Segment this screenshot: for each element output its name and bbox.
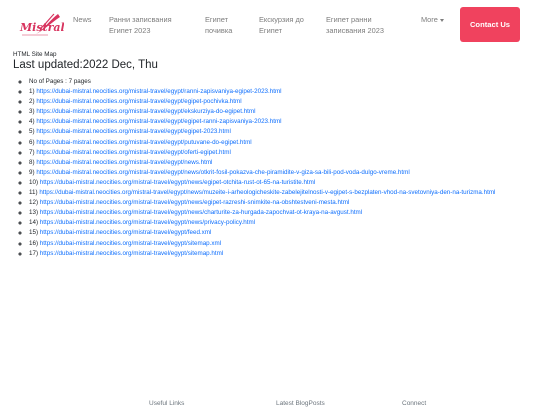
sitemap-link[interactable]: https://dubai-mistral.neocities.org/mist…	[40, 229, 212, 236]
sitemap-link[interactable]: https://dubai-mistral.neocities.org/mist…	[36, 139, 251, 146]
sitemap-list-item: 1) https://dubai-mistral.neocities.org/m…	[29, 87, 540, 97]
sitemap-list-item: 17) https://dubai-mistral.neocities.org/…	[29, 249, 540, 259]
sitemap-item-number: 7)	[29, 148, 35, 156]
sitemap-link[interactable]: https://dubai-mistral.neocities.org/mist…	[40, 250, 223, 257]
sitemap-link[interactable]: https://dubai-mistral.neocities.org/mist…	[36, 118, 281, 125]
svg-text:Mistral: Mistral	[19, 21, 64, 34]
sitemap-item-number: 17)	[29, 249, 39, 257]
sitemap-item-number: 10)	[29, 178, 39, 186]
sitemap-item-number: 3)	[29, 108, 35, 116]
sitemap-link[interactable]: https://dubai-mistral.neocities.org/mist…	[36, 159, 212, 166]
nav-item-egipet-pochivka[interactable]: Египет почивка	[205, 14, 253, 36]
sitemap-list-item: 7) https://dubai-mistral.neocities.org/m…	[29, 148, 540, 158]
sitemap-item-number: 4)	[29, 118, 35, 126]
sitemap-item-number: 16)	[29, 239, 39, 247]
sitemap-list-item: 13) https://dubai-mistral.neocities.org/…	[29, 208, 540, 218]
sitemap-list-item: 12) https://dubai-mistral.neocities.org/…	[29, 198, 540, 208]
sitemap-item-number: 2)	[29, 98, 35, 106]
sitemap-link[interactable]: https://dubai-mistral.neocities.org/mist…	[36, 128, 231, 135]
sitemap-link[interactable]: https://dubai-mistral.neocities.org/mist…	[36, 108, 255, 115]
footer-connect-heading: Connect	[402, 400, 427, 407]
sitemap-item-number: 6)	[29, 138, 35, 146]
nav-item-ekskurziya-do-egipet[interactable]: Екскурзия до Египет	[259, 14, 317, 36]
sitemap-list-item: 15) https://dubai-mistral.neocities.org/…	[29, 228, 540, 238]
sitemap-list-item: 11) https://dubai-mistral.neocities.org/…	[29, 188, 540, 198]
sitemap-list-item: 8) https://dubai-mistral.neocities.org/m…	[29, 158, 540, 168]
sitemap-list-item: 10) https://dubai-mistral.neocities.org/…	[29, 178, 540, 188]
sitemap-item-number: 15)	[29, 229, 39, 237]
nav-more-label: More	[421, 15, 438, 24]
nav-item-more-dropdown[interactable]: More	[421, 14, 444, 25]
sitemap-list: No of Pages : 7 pages 1) https://dubai-m…	[13, 77, 540, 259]
sitemap-item-number: 14)	[29, 219, 39, 227]
sitemap-link[interactable]: https://dubai-mistral.neocities.org/mist…	[40, 219, 255, 226]
sitemap-list-item: 3) https://dubai-mistral.neocities.org/m…	[29, 107, 540, 117]
sitemap-link[interactable]: https://dubai-mistral.neocities.org/mist…	[40, 199, 350, 206]
footer-useful-links-heading: Useful Links	[149, 400, 185, 407]
sitemap-item-number: 8)	[29, 158, 35, 166]
sitemap-item-number: 1)	[29, 88, 35, 96]
sitemap-list-item: 6) https://dubai-mistral.neocities.org/m…	[29, 138, 540, 148]
sitemap-item-number: 9)	[29, 168, 35, 176]
sitemap-item-number: 11)	[29, 189, 38, 197]
nav-item-ranni-zapisvaniya-2023[interactable]: Ранни записвания Египет 2023	[109, 14, 191, 36]
sitemap-list-item: 14) https://dubai-mistral.neocities.org/…	[29, 218, 540, 228]
sitemap-list-item: 5) https://dubai-mistral.neocities.org/m…	[29, 127, 540, 137]
nav-item-news[interactable]: News	[73, 14, 91, 25]
sitemap-item-number: 12)	[29, 199, 39, 207]
sitemap-link[interactable]: https://dubai-mistral.neocities.org/mist…	[39, 189, 495, 196]
contact-us-button[interactable]: Contact Us	[460, 7, 520, 42]
pages-count: No of Pages : 7 pages	[29, 77, 540, 87]
chevron-down-icon	[439, 18, 444, 22]
sitemap-link[interactable]: https://dubai-mistral.neocities.org/mist…	[36, 88, 281, 95]
sitemap-link[interactable]: https://dubai-mistral.neocities.org/mist…	[36, 149, 231, 156]
top-navbar: Mistral News Ранни записвания Египет 202…	[0, 0, 540, 48]
sitemap-list-item: 16) https://dubai-mistral.neocities.org/…	[29, 239, 540, 249]
sitemap-list-item: 2) https://dubai-mistral.neocities.org/m…	[29, 97, 540, 107]
sitemap-item-number: 13)	[29, 209, 39, 217]
sitemap-list-item: 9) https://dubai-mistral.neocities.org/m…	[29, 168, 540, 178]
sitemap-link[interactable]: https://dubai-mistral.neocities.org/mist…	[40, 240, 221, 247]
sitemap-link[interactable]: https://dubai-mistral.neocities.org/mist…	[40, 179, 315, 186]
sitemap-link[interactable]: https://dubai-mistral.neocities.org/mist…	[36, 169, 409, 176]
sitemap-item-number: 5)	[29, 128, 35, 136]
breadcrumb: HTML Site Map	[13, 51, 57, 58]
footer-latest-posts-heading: Latest BlogPosts	[276, 400, 325, 407]
brand-logo[interactable]: Mistral	[18, 11, 65, 39]
sitemap-link[interactable]: https://dubai-mistral.neocities.org/mist…	[40, 209, 362, 216]
nav-item-egipet-ranni-zapisvaniya-2023[interactable]: Египет ранни записвания 2023	[326, 14, 400, 36]
sitemap-link[interactable]: https://dubai-mistral.neocities.org/mist…	[36, 98, 241, 105]
sitemap-list-item: 4) https://dubai-mistral.neocities.org/m…	[29, 117, 540, 127]
page-title: Last updated:2022 Dec, Thu	[13, 59, 158, 71]
